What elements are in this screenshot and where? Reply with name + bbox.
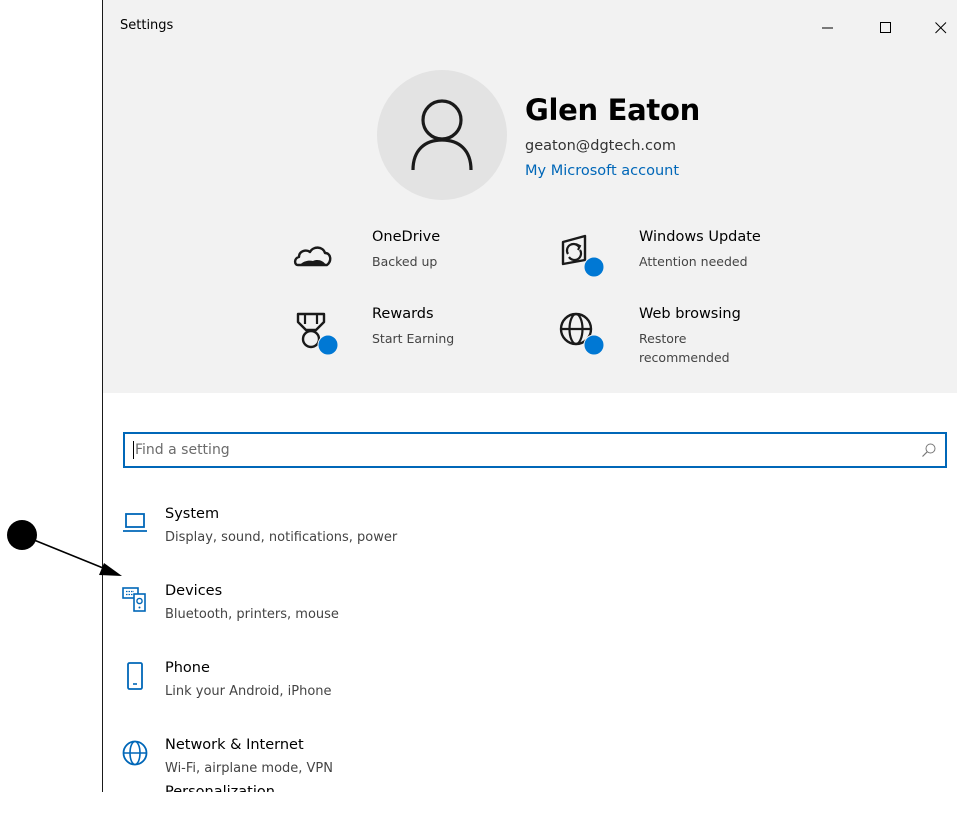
globe-icon (122, 740, 148, 766)
devices-icon (122, 587, 146, 612)
search-input[interactable] (135, 434, 915, 466)
category-personalization[interactable]: Personalization (103, 784, 957, 792)
close-button[interactable] (921, 10, 957, 46)
user-email: geaton@dgtech.com (525, 138, 677, 154)
windows-update-status: Attention needed (639, 254, 748, 269)
windows-update-tile[interactable]: Windows Update Attention needed (553, 226, 833, 278)
category-description: Display, sound, notifications, power (165, 530, 398, 545)
minimize-button[interactable] (808, 10, 848, 46)
web-browsing-title: Web browsing (639, 306, 741, 322)
annotation-dot (7, 520, 37, 550)
onedrive-title: OneDrive (372, 229, 441, 245)
rewards-tile[interactable]: Rewards Start Earning (285, 304, 525, 364)
rewards-status: Start Earning (372, 331, 455, 346)
category-phone[interactable]: Phone Link your Android, iPhone (103, 660, 957, 730)
search-icon[interactable] (921, 442, 937, 458)
category-title: Personalization (165, 784, 275, 792)
onedrive-tile[interactable]: OneDrive Backed up (285, 226, 525, 276)
laptop-icon (123, 513, 147, 532)
category-description: Wi-Fi, airplane mode, VPN (165, 761, 333, 776)
person-icon (411, 99, 473, 171)
profile-header: Settings Glen Eaton geaton@dgtech.com My… (103, 0, 957, 393)
category-title: Phone (165, 660, 210, 676)
onedrive-status: Backed up (372, 254, 438, 269)
maximize-button[interactable] (866, 10, 906, 46)
text-cursor (133, 441, 134, 459)
annotation-arrow-line (33, 539, 109, 571)
category-title: System (165, 506, 220, 522)
avatar[interactable] (377, 70, 507, 200)
attention-badge-icon (583, 256, 605, 278)
phone-icon (127, 662, 143, 690)
category-description: Link your Android, iPhone (165, 684, 332, 699)
category-title: Network & Internet (165, 737, 304, 753)
category-description: Bluetooth, printers, mouse (165, 607, 339, 622)
find-setting-search[interactable] (123, 432, 947, 468)
microsoft-account-link[interactable]: My Microsoft account (525, 163, 679, 179)
user-name: Glen Eaton (525, 93, 700, 127)
category-devices[interactable]: Devices Bluetooth, printers, mouse (103, 583, 957, 653)
category-title: Devices (165, 583, 223, 599)
web-browsing-tile[interactable]: Web browsing Restore recommended (553, 304, 833, 374)
minimize-icon (822, 27, 833, 29)
window-title: Settings (120, 18, 174, 33)
settings-window: Settings Glen Eaton geaton@dgtech.com My… (102, 0, 957, 792)
web-browsing-badge-icon (583, 334, 605, 356)
windows-update-title: Windows Update (639, 229, 761, 245)
web-browsing-status: Restore recommended (639, 331, 730, 365)
maximize-icon (880, 22, 891, 33)
rewards-title: Rewards (372, 306, 434, 322)
cloud-icon (293, 246, 332, 267)
rewards-badge-icon (317, 334, 339, 356)
close-icon (935, 22, 947, 34)
category-system[interactable]: System Display, sound, notifications, po… (103, 506, 957, 576)
